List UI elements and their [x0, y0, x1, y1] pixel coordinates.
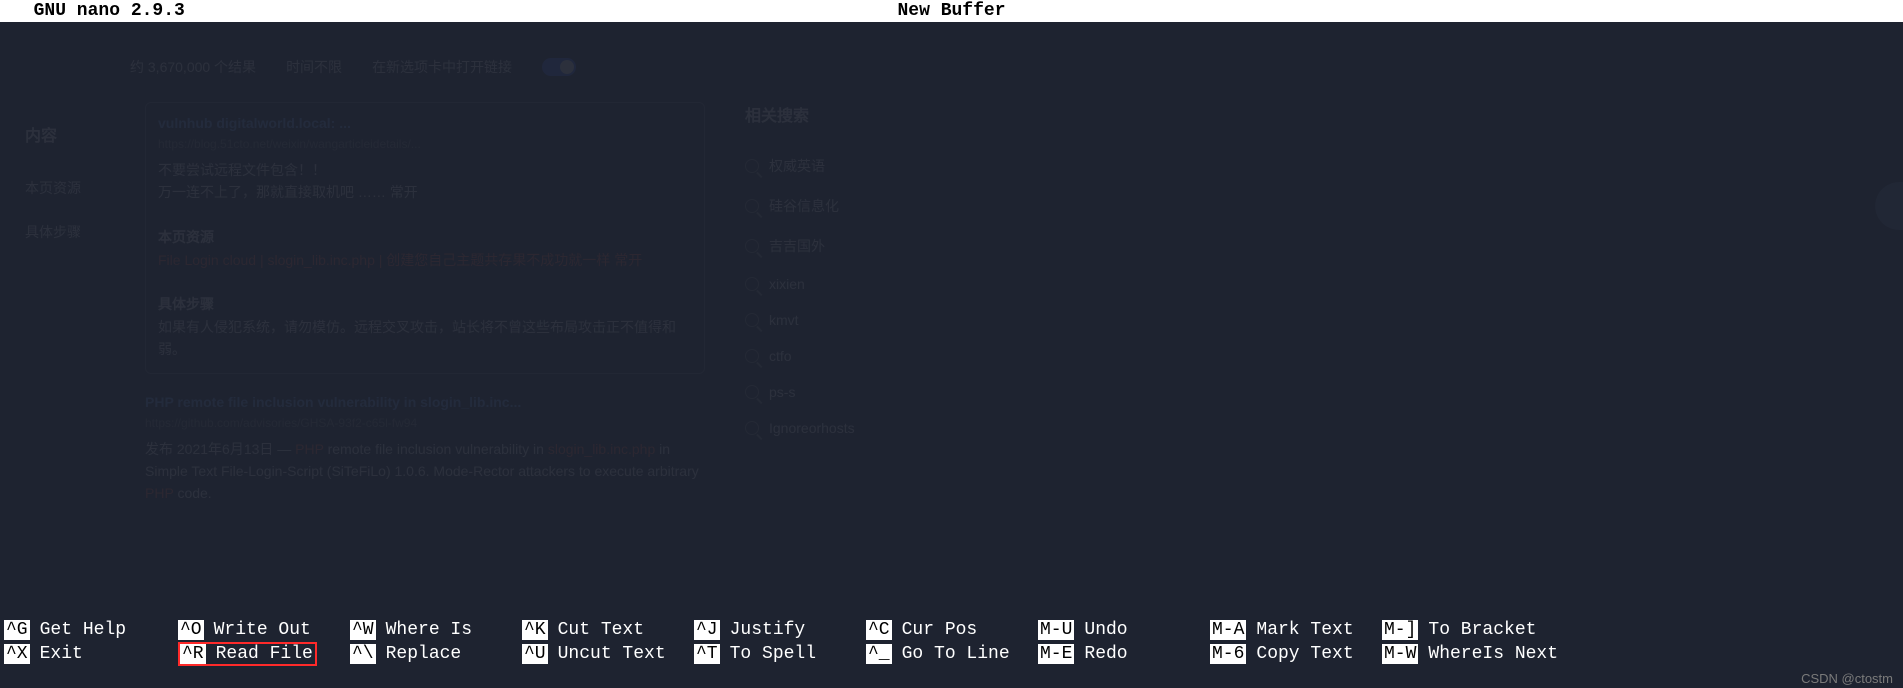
shortcut-read-file[interactable]: ^R Read File — [178, 642, 317, 666]
shortcut-undo[interactable]: M-U Undo — [1038, 620, 1128, 640]
time-filter: 时间不限 — [286, 57, 342, 77]
key-indicator: ^J — [694, 620, 720, 640]
shortcut-justify[interactable]: ^J Justify — [694, 620, 805, 640]
shortcut-copy-text[interactable]: M-6 Copy Text — [1210, 644, 1354, 664]
shortcut-label: Read File — [206, 644, 313, 664]
key-indicator: ^\ — [350, 644, 376, 664]
result-count: 约 3,670,000 个结果 — [130, 57, 256, 77]
key-indicator: ^O — [178, 620, 204, 640]
result-url: https://github.com/advisories/GHSA-93f2-… — [145, 416, 705, 430]
search-icon — [745, 349, 759, 363]
shortcut-label: Go To Line — [892, 644, 1010, 664]
key-indicator: ^G — [4, 620, 30, 640]
nano-version: GNU nano 2.9.3 — [0, 1, 185, 21]
search-icon — [745, 277, 759, 291]
shortcut-label: To Spell — [720, 644, 816, 664]
sidebar-title: 内容 — [25, 122, 125, 146]
shortcut-mark-text[interactable]: M-A Mark Text — [1210, 620, 1354, 640]
result-card: vulnhub digitalworld.local: ... https://… — [145, 102, 705, 374]
search-icon — [745, 385, 759, 399]
shortcut-label: To Bracket — [1418, 620, 1536, 640]
shortcut-cur-pos[interactable]: ^C Cur Pos — [866, 620, 977, 640]
key-indicator: M-E — [1038, 644, 1074, 664]
nano-titlebar: GNU nano 2.9.3 New Buffer — [0, 0, 1903, 22]
shortcut-write-out[interactable]: ^O Write Out — [178, 620, 311, 640]
result-title: vulnhub digitalworld.local: ... — [158, 115, 692, 131]
key-indicator: ^W — [350, 620, 376, 640]
shortcut-go-to-line[interactable]: ^_ Go To Line — [866, 644, 1010, 664]
shortcut-where-is[interactable]: ^W Where Is — [350, 620, 472, 640]
search-icon — [745, 199, 759, 213]
shortcut-exit[interactable]: ^X Exit — [4, 644, 83, 664]
background-passthrough: 约 3,670,000 个结果 时间不限 在新选项卡中打开链接 内容 本页资源 … — [0, 22, 1903, 640]
shortcut-label: Get Help — [30, 620, 126, 640]
key-indicator: M-W — [1382, 644, 1418, 664]
related-searches: 相关搜索 权威英语 硅谷信息化 吉吉国外 xixien kmvt ctfo ps… — [745, 102, 1125, 446]
open-new-tab-label: 在新选项卡中打开链接 — [372, 57, 512, 77]
related-head: 相关搜索 — [745, 102, 1125, 126]
key-indicator: ^_ — [866, 644, 892, 664]
result-title: PHP remote file inclusion vulnerability … — [145, 394, 705, 410]
sidebar-item: 本页资源 — [25, 166, 125, 210]
shortcut-label: Copy Text — [1246, 644, 1353, 664]
shortcut-cut-text[interactable]: ^K Cut Text — [522, 620, 644, 640]
editor-area[interactable]: 约 3,670,000 个结果 时间不限 在新选项卡中打开链接 内容 本页资源 … — [0, 22, 1903, 640]
key-indicator: M-A — [1210, 620, 1246, 640]
shortcut-label: Redo — [1074, 644, 1127, 664]
shortcut-label: Write Out — [204, 620, 311, 640]
csdn-watermark: CSDN @ctostm — [1801, 671, 1893, 686]
shortcut-label: WhereIs Next — [1418, 644, 1558, 664]
key-indicator: M-U — [1038, 620, 1074, 640]
key-indicator: ^X — [4, 644, 30, 664]
shortcut-label: Mark Text — [1246, 620, 1353, 640]
shortcut-label: Undo — [1074, 620, 1127, 640]
buffer-name: New Buffer — [897, 1, 1005, 21]
shortcut-get-help[interactable]: ^G Get Help — [4, 620, 126, 640]
result-card: PHP remote file inclusion vulnerability … — [145, 394, 705, 505]
nano-shortcut-bar: ^G Get Help ^O Write Out ^W Where Is ^K … — [0, 618, 1903, 666]
shortcut-replace[interactable]: ^\ Replace — [350, 644, 461, 664]
search-icon — [745, 313, 759, 327]
shortcut-label: Cut Text — [548, 620, 644, 640]
search-icon — [745, 159, 759, 173]
shortcut-label: Cur Pos — [892, 620, 978, 640]
key-indicator: ^C — [866, 620, 892, 640]
search-icon — [745, 421, 759, 435]
key-indicator: ^T — [694, 644, 720, 664]
shortcut-to-bracket[interactable]: M-] To Bracket — [1382, 620, 1536, 640]
shortcut-label: Where Is — [376, 620, 472, 640]
shortcut-label: Exit — [30, 644, 83, 664]
key-indicator: M-6 — [1210, 644, 1246, 664]
key-indicator: ^K — [522, 620, 548, 640]
shortcut-label: Replace — [376, 644, 462, 664]
toggle-icon — [542, 58, 576, 76]
sidebar-item: 具体步骤 — [25, 210, 125, 254]
search-icon — [745, 239, 759, 253]
shortcut-uncut-text[interactable]: ^U Uncut Text — [522, 644, 666, 664]
key-indicator: ^U — [522, 644, 548, 664]
key-indicator: M-] — [1382, 620, 1418, 640]
shortcut-whereis-next[interactable]: M-W WhereIs Next — [1382, 644, 1558, 664]
result-url: https://blog.51cto.net/weixin/wangarticl… — [158, 137, 692, 151]
shortcut-label: Uncut Text — [548, 644, 666, 664]
shortcut-label: Justify — [720, 620, 806, 640]
shortcut-redo[interactable]: M-E Redo — [1038, 644, 1128, 664]
key-indicator: ^R — [180, 644, 206, 664]
shortcut-to-spell[interactable]: ^T To Spell — [694, 644, 816, 664]
